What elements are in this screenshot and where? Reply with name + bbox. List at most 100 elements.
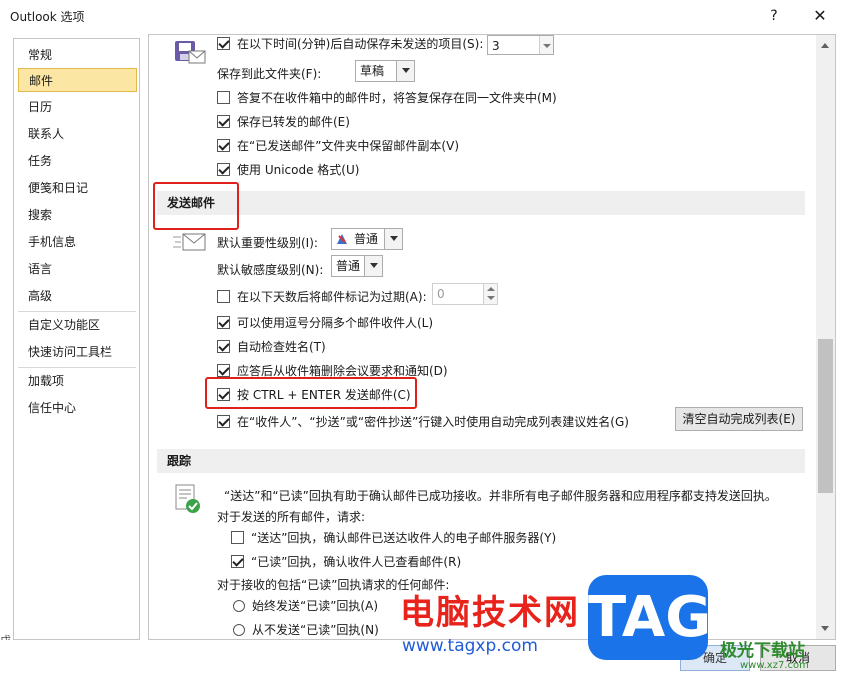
use-unicode-label: 使用 Unicode 格式(U): [237, 163, 360, 177]
use-unicode-checkbox[interactable]: [217, 163, 230, 176]
watermark-url: www.tagxp.com: [402, 636, 538, 656]
sensitivity-value: 普通: [336, 259, 361, 273]
nav-item-mail[interactable]: 邮件: [18, 68, 137, 92]
use-unicode-option[interactable]: 使用 Unicode 格式(U): [217, 161, 359, 178]
send-mail-icon: [173, 233, 206, 251]
tracking-description: “送达”和“已读”回执有助于确认邮件已成功接收。并非所有电子邮件服务器和应用程序…: [224, 489, 777, 503]
watermark-brand: 极光下载站: [720, 641, 805, 661]
nav-item-mobile[interactable]: 手机信息: [18, 230, 137, 254]
background-window-strip: 戊 察: [0, 32, 12, 685]
send-messages-header: 发送邮件: [157, 191, 805, 215]
sensitivity-label: 默认敏感度级别(N):: [217, 263, 324, 277]
never-send-read-option[interactable]: 从不发送“已读”回执(N): [233, 621, 379, 638]
highlight-box: [153, 182, 239, 230]
save-to-folder-select[interactable]: 草稿: [355, 60, 415, 82]
nav-divider: [18, 311, 136, 312]
autosave-label: 在以下时间(分钟)后自动保存未发送的项目(S):: [237, 37, 484, 51]
reply-same-folder-option[interactable]: 答复不在收件箱中的邮件时，将答复保存在同一文件夹中(M): [217, 89, 557, 106]
nav-divider: [18, 367, 136, 368]
delete-meeting-requests-label: 应答后从收件箱删除会议要求和通知(D): [237, 364, 448, 378]
save-mail-icon: [175, 41, 206, 64]
scroll-up-icon[interactable]: [816, 37, 835, 54]
scroll-down-icon[interactable]: [816, 620, 835, 637]
delivery-receipt-label: “送达”回执，确认邮件已送达收件人的电子邮件服务器(Y): [251, 531, 557, 545]
expire-checkbox[interactable]: [217, 290, 230, 303]
comma-separator-option[interactable]: 可以使用逗号分隔多个邮件收件人(L): [217, 314, 433, 331]
reply-same-folder-checkbox[interactable]: [217, 91, 230, 104]
autocomplete-checkbox[interactable]: [217, 415, 230, 428]
watermark-text: 电脑技术网: [400, 593, 580, 633]
content-scrollbar[interactable]: [816, 35, 835, 639]
nav-item-calendar[interactable]: 日历: [18, 95, 137, 119]
title-bar: Outlook 选项 ? ✕: [0, 0, 850, 32]
autosave-spin-buttons[interactable]: [539, 36, 553, 54]
delivery-receipt-checkbox[interactable]: [231, 531, 244, 544]
chevron-down-icon[interactable]: [396, 61, 414, 81]
nav-item-advanced[interactable]: 高级: [18, 284, 137, 308]
window-title: Outlook 选项: [10, 10, 85, 24]
nav-item-trust-center[interactable]: 信任中心: [18, 396, 137, 420]
options-nav: 常规 邮件 日历 联系人 任务 便笺和日记 搜索 手机信息 语言 高级 自定义功…: [13, 38, 140, 640]
read-receipt-label: “已读”回执，确认收件人已查看邮件(R): [251, 555, 462, 569]
importance-value: 普通: [354, 232, 379, 246]
autosave-minutes-value: 3: [492, 39, 500, 53]
read-receipt-option[interactable]: “已读”回执，确认收件人已查看邮件(R): [231, 553, 461, 570]
nav-item-quick-access-toolbar[interactable]: 快速访问工具栏: [18, 340, 137, 364]
nav-item-tasks[interactable]: 任务: [18, 149, 137, 173]
autosave-row: 在以下时间(分钟)后自动保存未发送的项目(S):: [217, 35, 483, 52]
tracking-icon: [175, 484, 200, 513]
nav-item-customize-ribbon[interactable]: 自定义功能区: [18, 313, 137, 337]
chevron-down-icon[interactable]: [384, 229, 402, 249]
scroll-thumb[interactable]: [818, 339, 833, 493]
keep-sent-copy-label: 在“已发送邮件”文件夹中保留邮件副本(V): [237, 139, 460, 153]
nav-item-add-ins[interactable]: 加载项: [18, 369, 137, 393]
clear-autocomplete-button[interactable]: 清空自动完成列表(E): [675, 407, 803, 431]
importance-icon: [337, 234, 347, 244]
nav-item-search[interactable]: 搜索: [18, 203, 137, 227]
comma-separator-checkbox[interactable]: [217, 316, 230, 329]
autosave-checkbox[interactable]: [217, 37, 230, 50]
never-send-read-radio[interactable]: [233, 624, 245, 636]
watermark-tag-logo: TAG: [588, 575, 711, 660]
chevron-down-icon[interactable]: [364, 256, 382, 276]
save-to-folder-label: 保存到此文件夹(F):: [217, 67, 322, 81]
expire-days-stepper[interactable]: 0: [432, 283, 498, 305]
help-button[interactable]: ?: [762, 4, 786, 28]
expire-option[interactable]: 在以下天数后将邮件标记为过期(A):: [217, 288, 427, 305]
reply-same-folder-label: 答复不在收件箱中的邮件时，将答复保存在同一文件夹中(M): [237, 91, 557, 105]
auto-check-names-option[interactable]: 自动检查姓名(T): [217, 338, 326, 355]
importance-select[interactable]: 普通: [331, 228, 403, 250]
auto-check-names-label: 自动检查姓名(T): [237, 340, 326, 354]
expire-spin-buttons[interactable]: [483, 284, 497, 304]
delivery-receipt-option[interactable]: “送达”回执，确认邮件已送达收件人的电子邮件服务器(Y): [231, 529, 556, 546]
save-forwarded-option[interactable]: 保存已转发的邮件(E): [217, 113, 350, 130]
close-button[interactable]: ✕: [806, 4, 834, 28]
nav-item-contacts[interactable]: 联系人: [18, 122, 137, 146]
always-send-read-label: 始终发送“已读”回执(A): [252, 599, 379, 613]
importance-label: 默认重要性级别(I):: [217, 236, 318, 250]
mail-options-panel: 在以下时间(分钟)后自动保存未发送的项目(S): 3 保存到此文件夹(F): 草…: [148, 34, 836, 640]
nav-item-language[interactable]: 语言: [18, 257, 137, 281]
auto-check-names-checkbox[interactable]: [217, 340, 230, 353]
save-forwarded-checkbox[interactable]: [217, 115, 230, 128]
keep-sent-copy-option[interactable]: 在“已发送邮件”文件夹中保留邮件副本(V): [217, 137, 459, 154]
tracking-header: 跟踪: [157, 449, 805, 473]
highlight-box: [205, 377, 417, 409]
autocomplete-option[interactable]: 在“收件人”、“抄送”或“密件抄送”行键入时使用自动完成列表建议姓名(G): [217, 413, 629, 430]
nav-item-notes-journal[interactable]: 便笺和日记: [18, 176, 137, 200]
expire-label: 在以下天数后将邮件标记为过期(A):: [237, 290, 427, 304]
expire-days-value: 0: [437, 287, 445, 301]
for-all-sent-label: 对于发送的所有邮件，请求:: [217, 510, 366, 524]
watermark-brand-url: www.xz7.com: [740, 660, 809, 671]
save-to-folder-value: 草稿: [360, 64, 385, 78]
sensitivity-select[interactable]: 普通: [331, 255, 383, 277]
save-forwarded-label: 保存已转发的邮件(E): [237, 115, 350, 129]
read-receipt-checkbox[interactable]: [231, 555, 244, 568]
autosave-minutes-stepper[interactable]: 3: [487, 35, 554, 55]
always-send-read-radio[interactable]: [233, 600, 245, 612]
always-send-read-option[interactable]: 始终发送“已读”回执(A): [233, 597, 378, 614]
keep-sent-copy-checkbox[interactable]: [217, 139, 230, 152]
delete-meeting-requests-checkbox[interactable]: [217, 364, 230, 377]
comma-separator-label: 可以使用逗号分隔多个邮件收件人(L): [237, 316, 434, 330]
nav-item-general[interactable]: 常规: [18, 43, 137, 67]
